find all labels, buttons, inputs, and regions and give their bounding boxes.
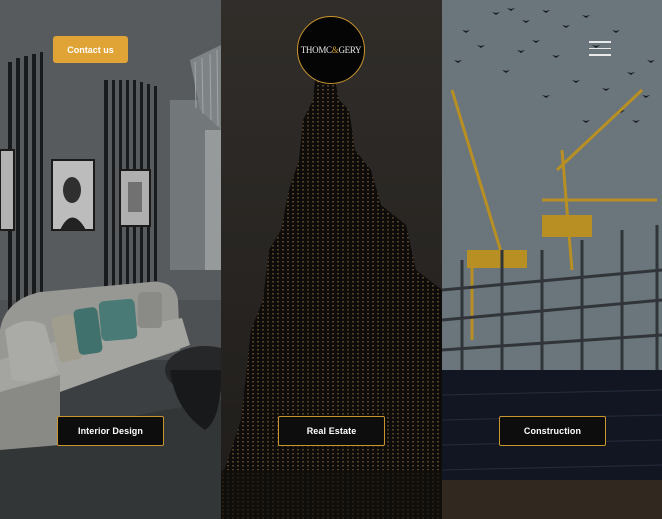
interior-design-button[interactable]: Interior Design [57,416,164,446]
logo-second: GERY [338,45,362,55]
logo-first: THOMC [300,45,332,55]
hamburger-menu-icon[interactable] [589,41,611,57]
menu-line [589,47,611,49]
menu-line [589,41,611,43]
interior-design-panel[interactable]: Interior Design [0,0,221,519]
brand-logo[interactable]: THOMC&GERY [297,16,365,84]
construction-panel[interactable]: Construction [442,0,662,519]
logo-text: THOMC&GERY [301,45,362,55]
real-estate-button[interactable]: Real Estate [278,416,385,446]
menu-line [589,54,611,56]
contact-us-button[interactable]: Contact us [53,36,128,63]
construction-button[interactable]: Construction [499,416,606,446]
